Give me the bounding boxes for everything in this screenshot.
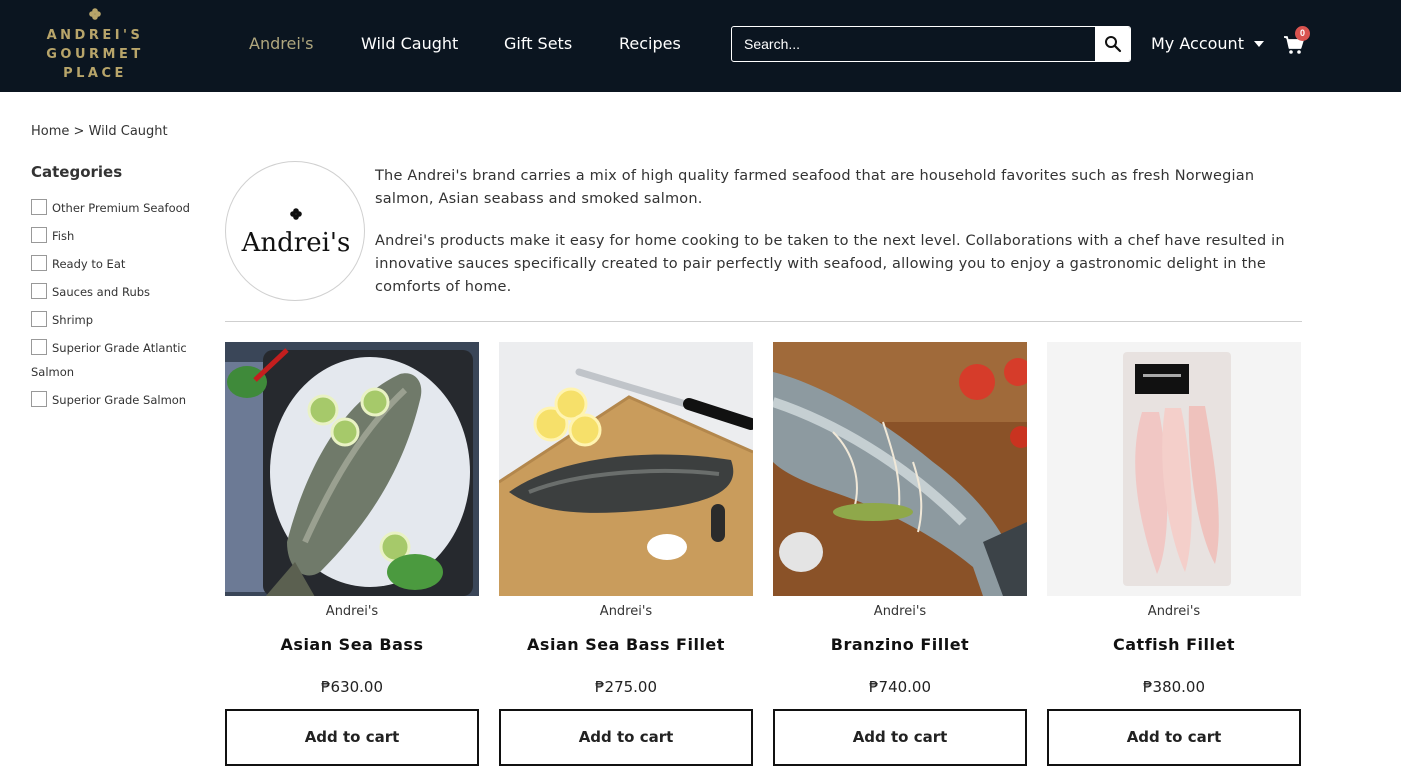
checkbox[interactable] xyxy=(31,391,47,407)
checkbox[interactable] xyxy=(31,199,47,215)
product-card: Andrei's Branzino Fillet ₱740.00 Add to … xyxy=(773,342,1028,766)
site-header: ANDREI'S GOURMET PLACE Andrei's Wild Cau… xyxy=(0,0,1401,92)
divider xyxy=(225,321,1302,322)
category-item[interactable]: Fish xyxy=(31,224,206,248)
brand-logo-text: Andrei's xyxy=(241,228,351,258)
breadcrumb-home[interactable]: Home xyxy=(31,124,69,139)
product-price: ₱380.00 xyxy=(1142,678,1206,696)
category-label: Shrimp xyxy=(52,313,94,327)
product-card: Andrei's Asian Sea Bass Fillet ₱275.00 A… xyxy=(499,342,754,766)
product-image[interactable] xyxy=(225,342,479,596)
cart-button[interactable]: 0 xyxy=(1283,26,1310,56)
add-to-cart-button[interactable]: Add to cart xyxy=(499,709,753,766)
category-item[interactable]: Superior Grade Salmon xyxy=(31,388,206,412)
search-button[interactable] xyxy=(1095,27,1130,61)
my-account-label: My Account xyxy=(1151,34,1244,53)
clover-icon xyxy=(290,208,302,220)
category-label: Superior Grade Salmon xyxy=(52,393,187,407)
nav-andreis[interactable]: Andrei's xyxy=(249,34,314,53)
nav-gift-sets[interactable]: Gift Sets xyxy=(504,34,572,53)
site-logo[interactable]: ANDREI'S GOURMET PLACE xyxy=(40,8,150,83)
search-icon xyxy=(1104,36,1121,53)
product-vendor: Andrei's xyxy=(599,604,653,619)
search-box xyxy=(731,26,1131,62)
product-name[interactable]: Branzino Fillet xyxy=(773,635,1027,654)
product-card: Andrei's Asian Sea Bass ₱630.00 Add to c… xyxy=(225,342,480,766)
categories-title: Categories xyxy=(31,163,123,181)
nav-wild-caught[interactable]: Wild Caught xyxy=(361,34,458,53)
clover-icon xyxy=(89,8,101,20)
sea-bass-photo xyxy=(225,342,479,596)
search-input[interactable] xyxy=(732,27,1095,61)
brand-paragraph-2: Andrei's products make it easy for home … xyxy=(375,233,1285,295)
add-to-cart-button[interactable]: Add to cart xyxy=(225,709,479,766)
product-image[interactable] xyxy=(773,342,1027,596)
product-image[interactable] xyxy=(1047,342,1301,596)
logo-line-3: PLACE xyxy=(63,66,127,81)
breadcrumb-current: Wild Caught xyxy=(88,124,168,139)
nav-recipes[interactable]: Recipes xyxy=(619,34,681,53)
category-item[interactable]: Shrimp xyxy=(31,308,206,332)
checkbox[interactable] xyxy=(31,255,47,271)
product-name[interactable]: Catfish Fillet xyxy=(1047,635,1301,654)
add-to-cart-button[interactable]: Add to cart xyxy=(1047,709,1301,766)
catfish-fillet-photo xyxy=(1047,342,1301,596)
category-label: Fish xyxy=(52,229,75,243)
sea-bass-fillet-photo xyxy=(499,342,753,596)
checkbox[interactable] xyxy=(31,283,47,299)
checkbox[interactable] xyxy=(31,339,47,355)
category-label: Superior Grade Atlantic Salmon xyxy=(31,341,187,379)
checkbox[interactable] xyxy=(31,311,47,327)
product-price: ₱740.00 xyxy=(868,678,932,696)
product-image[interactable] xyxy=(499,342,753,596)
logo-line-1: ANDREI'S xyxy=(46,28,144,43)
category-item[interactable]: Sauces and Rubs xyxy=(31,280,206,304)
category-filter-list: Other Premium Seafood Fish Ready to Eat … xyxy=(31,196,206,416)
product-vendor: Andrei's xyxy=(873,604,927,619)
product-vendor: Andrei's xyxy=(1147,604,1201,619)
category-item[interactable]: Other Premium Seafood xyxy=(31,196,206,220)
checkbox[interactable] xyxy=(31,227,47,243)
my-account-menu[interactable]: My Account xyxy=(1151,34,1264,53)
product-card: Andrei's Catfish Fillet ₱380.00 Add to c… xyxy=(1047,342,1302,766)
breadcrumb: Home > Wild Caught xyxy=(31,124,168,139)
logo-line-2: GOURMET xyxy=(46,47,144,62)
branzino-fillet-photo xyxy=(773,342,1027,596)
product-price: ₱630.00 xyxy=(320,678,384,696)
product-price: ₱275.00 xyxy=(594,678,658,696)
category-label: Ready to Eat xyxy=(52,257,126,271)
brand-paragraph-1: The Andrei's brand carries a mix of high… xyxy=(375,168,1255,207)
category-label: Other Premium Seafood xyxy=(52,201,190,215)
chevron-down-icon xyxy=(1253,40,1264,47)
add-to-cart-button[interactable]: Add to cart xyxy=(773,709,1027,766)
cart-count-badge: 0 xyxy=(1295,26,1310,41)
category-label: Sauces and Rubs xyxy=(52,285,151,299)
brand-logo: Andrei's xyxy=(225,161,365,301)
breadcrumb-separator: > xyxy=(73,124,85,139)
product-name[interactable]: Asian Sea Bass xyxy=(225,635,479,654)
category-item[interactable]: Ready to Eat xyxy=(31,252,206,276)
category-item[interactable]: Superior Grade Atlantic Salmon xyxy=(31,336,206,384)
brand-description: The Andrei's brand carries a mix of high… xyxy=(375,165,1305,318)
product-name[interactable]: Asian Sea Bass Fillet xyxy=(499,635,753,654)
product-vendor: Andrei's xyxy=(325,604,379,619)
